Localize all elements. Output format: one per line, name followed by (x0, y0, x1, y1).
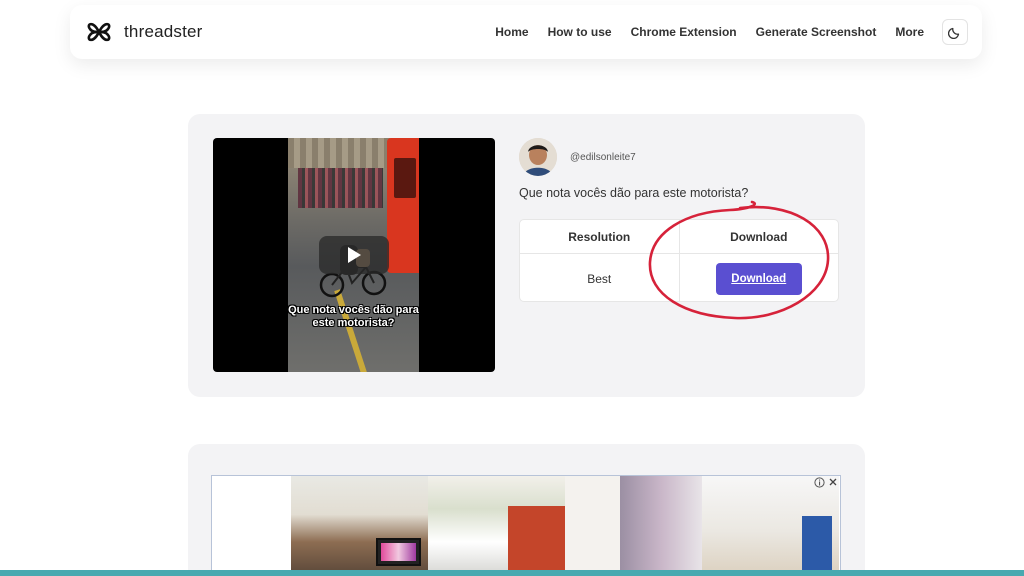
brand-name[interactable]: threadster (124, 22, 203, 42)
avatar[interactable] (519, 138, 557, 176)
ad-controls (814, 477, 838, 488)
main-nav: Home How to use Chrome Extension Generat… (476, 19, 968, 45)
ad-image-bedroom[interactable] (565, 476, 702, 576)
download-button[interactable]: Download (715, 262, 802, 295)
nav-more[interactable]: More (895, 25, 924, 39)
video-caption: Que nota vocês dão para este motorista? (288, 304, 419, 329)
username[interactable]: @edilsonleite7 (570, 152, 636, 163)
site-header: threadster Home How to use Chrome Extens… (70, 5, 982, 59)
ad-card (188, 444, 865, 576)
table-header-row: Resolution Download (520, 220, 838, 254)
video-player[interactable]: Que nota vocês dão para este motorista? (213, 138, 495, 372)
close-icon[interactable] (828, 477, 838, 487)
theme-toggle-button[interactable] (942, 19, 968, 45)
nav-chrome-extension[interactable]: Chrome Extension (631, 25, 737, 39)
nav-generate-screenshot[interactable]: Generate Screenshot (756, 25, 877, 39)
download-cell: Download (678, 254, 839, 301)
column-header-resolution: Resolution (568, 229, 631, 244)
ad-image-kitchen[interactable] (428, 476, 565, 576)
ad-image-living-room[interactable] (291, 476, 428, 576)
info-icon[interactable] (814, 477, 825, 488)
table-row: Best Download (520, 254, 839, 301)
bottom-progress-bar (0, 570, 1024, 576)
play-button[interactable] (319, 236, 389, 274)
column-header-download: Download (678, 220, 839, 253)
play-icon (348, 247, 361, 263)
download-table: Resolution Download Best Download (519, 219, 839, 302)
resolution-value: Best (587, 271, 612, 286)
logo-icon[interactable] (84, 17, 114, 47)
nav-home[interactable]: Home (495, 25, 528, 39)
nav-how-to-use[interactable]: How to use (548, 25, 612, 39)
post-card: Que nota vocês dão para este motorista? … (188, 114, 865, 397)
ad-image-room[interactable] (702, 476, 839, 576)
advertisement[interactable] (211, 475, 841, 576)
moon-icon (948, 27, 960, 39)
post-caption: Que nota vocês dão para este motorista? (519, 186, 749, 200)
